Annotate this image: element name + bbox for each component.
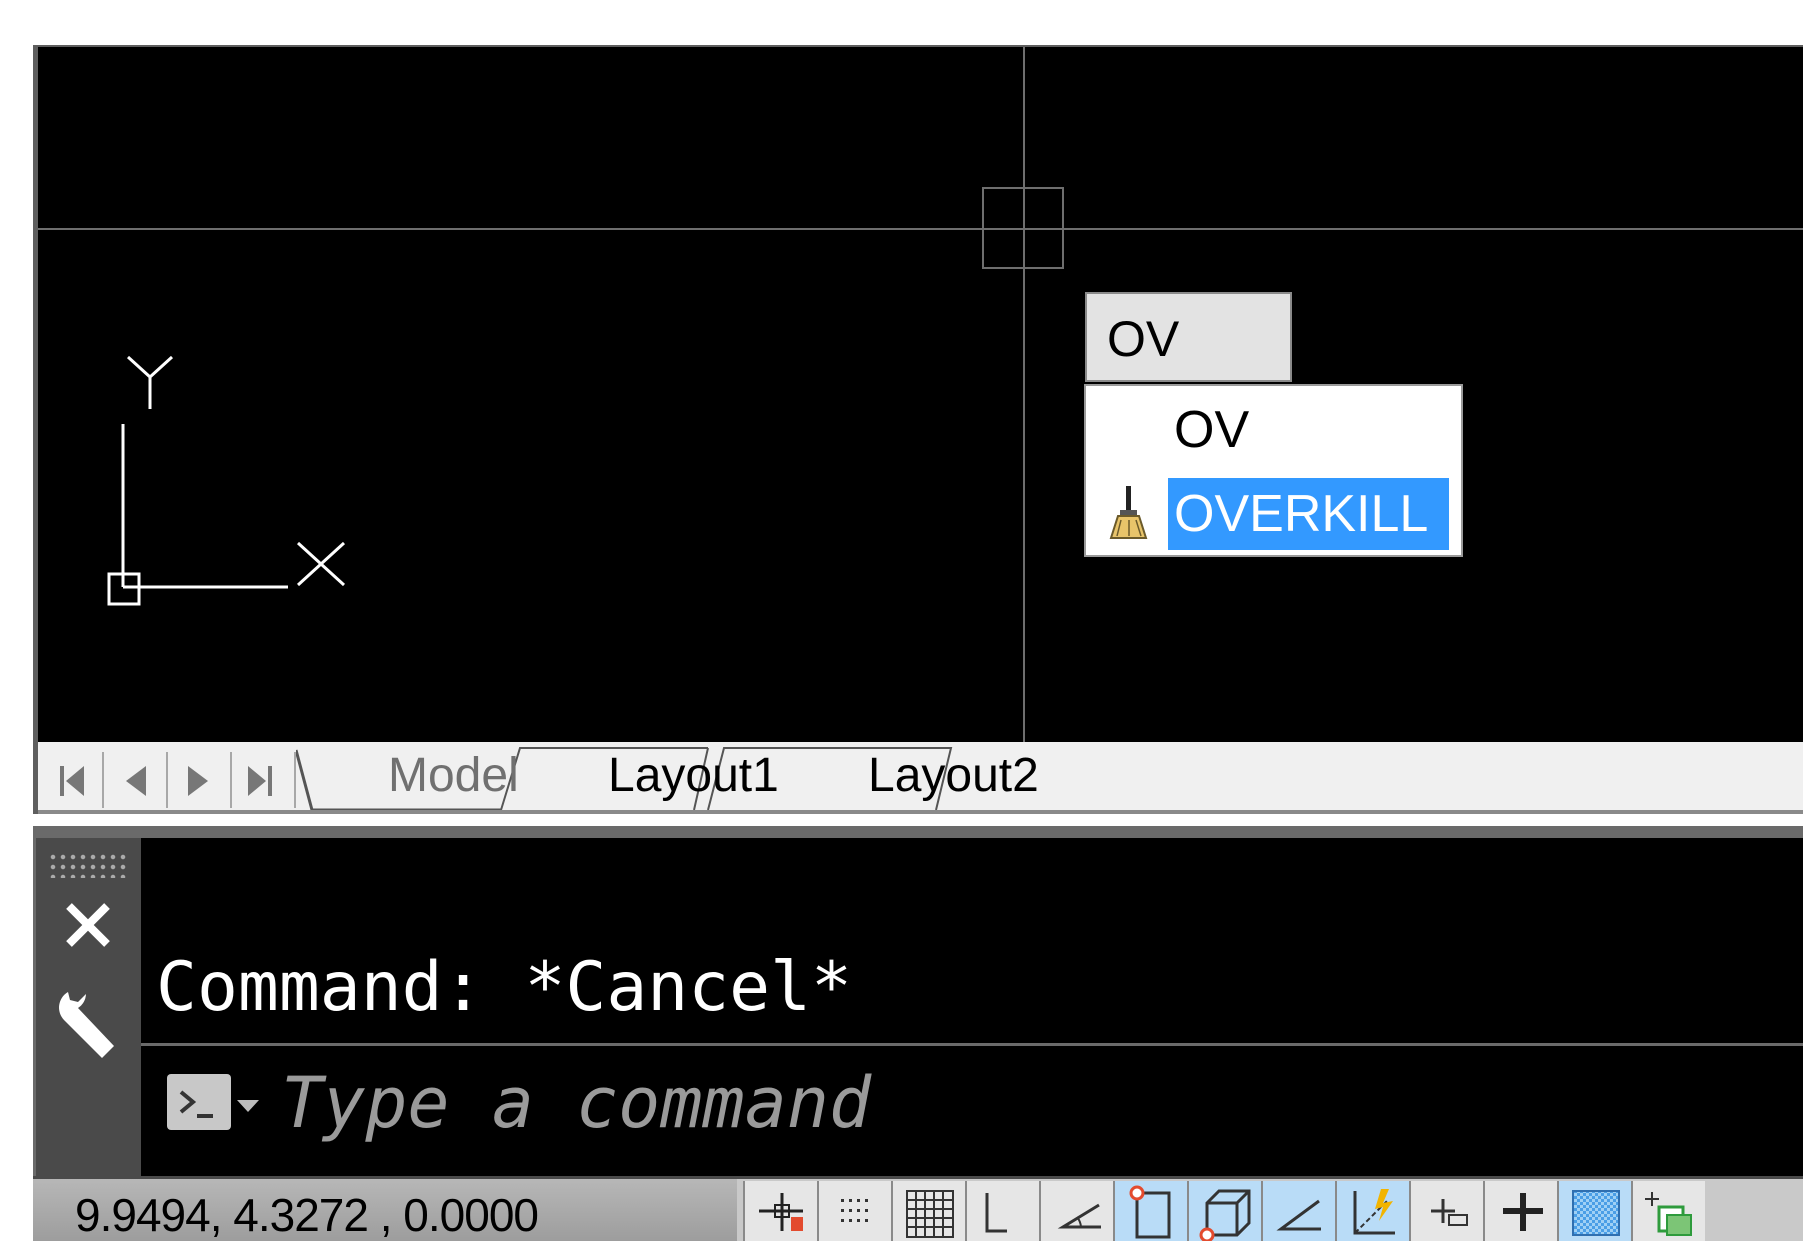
first-tab-button[interactable] [40,752,104,808]
lineweight-button[interactable] [1483,1181,1557,1241]
ucs-x-label [296,541,346,587]
drawing-canvas[interactable] [33,45,1803,742]
autocomplete-item-overkill[interactable]: OVERKILL [1086,470,1461,554]
dynamic-ucs-icon [1353,1189,1395,1235]
crosshair-horizontal [38,228,1803,230]
ucs-icon [107,355,346,606]
dynamic-input-value: OV [1107,311,1180,367]
close-icon[interactable] [59,896,119,956]
polar-tracking-button[interactable] [1039,1181,1113,1241]
tab-bar-divider [38,810,1803,814]
tab-layout2-label: Layout2 [868,749,1039,802]
infer-constraints-icon [759,1193,803,1231]
lineweight-icon [1503,1193,1543,1231]
dynamic-input-button[interactable] [1409,1181,1483,1241]
transparency-button[interactable] [1557,1181,1631,1241]
autocomplete-item-label: OVERKILL [1168,478,1449,550]
next-tab-icon [188,766,208,796]
command-placeholder: Type a command [281,1062,872,1144]
command-prompt-icon[interactable] [167,1074,231,1130]
selection-cycling-icon [1645,1192,1692,1236]
grid-display-icon [906,1190,954,1238]
last-tab-button[interactable] [232,752,296,808]
grid-display-button[interactable] [891,1181,965,1241]
crosshair-vertical [1023,47,1025,742]
object-snap-icon [1129,1185,1171,1239]
drag-grip-icon[interactable] [48,852,128,878]
tab-layout1-label: Layout1 [608,749,779,802]
object-snap-tracking-button[interactable] [1261,1181,1335,1241]
snap-mode-icon [841,1199,868,1222]
command-line-sidebar [36,838,141,1176]
selection-cycling-button[interactable] [1631,1181,1705,1241]
dynamic-ucs-button[interactable] [1335,1181,1409,1241]
object-snap-button[interactable] [1113,1181,1187,1241]
tab-model-label: Model [388,749,519,802]
infer-constraints-button[interactable] [743,1181,817,1241]
tab-model[interactable]: Model [388,744,519,808]
tab-layout1[interactable]: Layout1 [608,744,779,808]
object-snap-tracking-icon [1276,1199,1321,1231]
autocomplete-item-label: OV [1174,401,1250,459]
dynamic-input-box[interactable]: OV [1085,292,1292,382]
ucs-y-label [126,355,174,409]
crosshair-pickbox [982,187,1064,269]
chevron-down-icon[interactable] [237,1100,259,1112]
ortho-mode-icon [985,1193,1007,1233]
command-autocomplete-list: OV OVERKILL [1084,384,1463,557]
command-line-window: Command: *Cancel* Type a command [33,826,1803,1176]
prev-tab-button[interactable] [104,752,168,808]
transparency-icon [1572,1190,1620,1236]
3d-object-snap-button[interactable] [1187,1181,1261,1241]
snap-mode-button[interactable] [817,1181,891,1241]
next-tab-button[interactable] [168,752,232,808]
tab-layout2[interactable]: Layout2 [868,744,1039,808]
3d-object-snap-icon [1199,1189,1251,1241]
status-bar: 9.9494, 4.3272 , 0.0000 [33,1176,1803,1241]
layout-tab-bar: Model Layout1 Layout2 [33,742,1803,814]
prev-tab-icon [126,766,146,796]
command-history-line: Command: *Cancel* [156,948,852,1027]
coordinate-readout[interactable]: 9.9494, 4.3272 , 0.0000 [33,1179,737,1241]
polar-tracking-icon [1057,1203,1101,1229]
broom-icon [1109,486,1148,539]
first-tab-icon [60,766,84,796]
autocomplete-item-ov[interactable]: OV [1086,386,1461,470]
command-input[interactable]: Type a command [141,1043,1803,1176]
autocad-window: OV OV OVERKILL Model Layout1 Layout2 Com… [0,0,1803,1241]
last-tab-icon [248,766,272,796]
ortho-mode-button[interactable] [965,1181,1039,1241]
dynamic-input-icon [1431,1199,1468,1226]
wrench-icon[interactable] [54,986,124,1064]
